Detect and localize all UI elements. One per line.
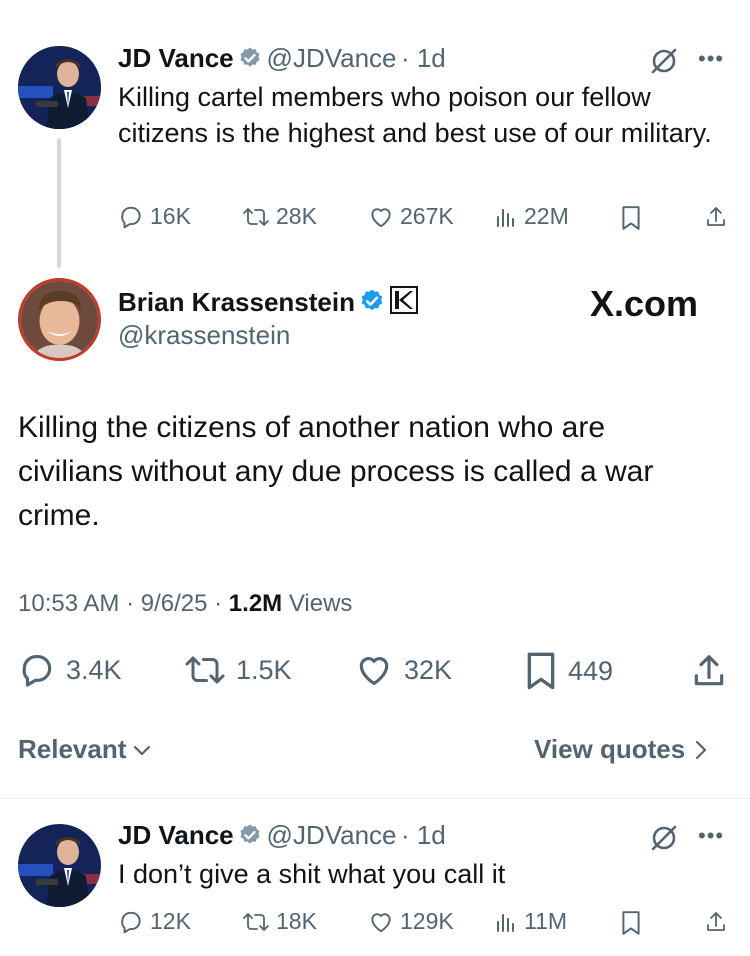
tweet-text: Killing cartel members who poison our fe… [118, 82, 712, 148]
reply-button[interactable]: 16K [118, 203, 191, 230]
bookmark-icon[interactable] [620, 205, 642, 231]
views-count: 22M [524, 203, 569, 229]
share-icon[interactable] [704, 204, 728, 230]
verified-badge-icon [359, 288, 385, 319]
like-button[interactable]: 267K [368, 203, 454, 230]
avatar-jdvance[interactable] [18, 46, 101, 129]
xcom-watermark-text: X.com [590, 283, 699, 324]
view-quotes-label: View quotes [534, 734, 686, 764]
xcom-watermark: X.com [590, 283, 698, 325]
bookmark-icon[interactable] [620, 910, 642, 936]
like-count: 32K [404, 654, 453, 685]
repost-icon [243, 207, 269, 226]
repost-icon [243, 912, 269, 931]
grok-icon[interactable] [648, 45, 680, 77]
views-count: 11M [524, 908, 568, 934]
avatar-jdvance[interactable] [18, 824, 101, 907]
divider [0, 798, 750, 799]
like-button[interactable]: 129K [368, 908, 454, 935]
repost-count: 1.5K [236, 654, 292, 685]
views-label: Views [288, 590, 353, 617]
repost-count: 28K [276, 203, 317, 229]
share-icon[interactable] [704, 909, 728, 935]
author-name[interactable]: JD Vance [118, 820, 234, 850]
like-count: 129K [400, 908, 454, 934]
relevant-dropdown[interactable]: Relevant [18, 734, 154, 765]
views-button[interactable]: 22M [494, 203, 569, 230]
verified-badge-icon [238, 46, 262, 75]
repost-button[interactable]: 28K [242, 203, 317, 230]
verified-badge-icon [238, 823, 262, 852]
bookmark-button[interactable]: 449 [524, 651, 613, 691]
view-quotes-link[interactable]: View quotes [534, 734, 711, 765]
relevant-label: Relevant [18, 734, 127, 764]
repost-icon [185, 656, 225, 684]
reply-count: 12K [150, 908, 191, 934]
author-name[interactable]: Brian Krassenstein [118, 287, 355, 317]
reply-icon [121, 911, 141, 933]
affiliate-badge-icon[interactable] [389, 286, 418, 319]
tweet-text: I don’t give a shit what you call it [118, 859, 506, 889]
chevron-down-icon [134, 745, 151, 755]
more-options-icon[interactable]: ••• [698, 823, 724, 849]
author-handle[interactable]: @JDVance [267, 820, 397, 850]
tweet-time[interactable]: · 1d [401, 43, 446, 73]
thread-connector-line [57, 138, 61, 268]
main-tweet-text: Killing the citizens of another nation w… [18, 411, 654, 532]
bookmark-icon [527, 652, 555, 690]
reply-count: 16K [150, 203, 191, 229]
views-icon [497, 913, 514, 932]
author-handle[interactable]: @JDVance [267, 43, 397, 73]
reply-button[interactable]: 3.4K [18, 651, 122, 689]
reply-icon [22, 654, 52, 687]
tweet-header: JD Vance @JDVance · 1d [118, 43, 446, 75]
heart-icon [371, 912, 391, 932]
views-button[interactable]: 11M [494, 908, 567, 935]
author-handle[interactable]: @krassenstein [118, 320, 290, 351]
more-options-icon[interactable]: ••• [698, 46, 724, 72]
avatar-krassenstein[interactable] [18, 278, 101, 361]
main-tweet-header: Brian Krassenstein [118, 286, 418, 319]
bookmark-count: 449 [568, 655, 614, 686]
reply-icon [121, 206, 141, 228]
repost-button[interactable]: 1.5K [184, 651, 292, 689]
tweet-timestamp[interactable]: 10:53 AM · 9/6/25 · 1.2M Views [18, 590, 352, 618]
reply-count: 3.4K [66, 654, 122, 685]
views-icon [497, 208, 514, 227]
grok-icon[interactable] [648, 822, 680, 854]
heart-icon [371, 207, 391, 227]
views-total: 1.2M [228, 590, 283, 617]
chevron-right-icon [696, 740, 707, 759]
like-count: 267K [400, 203, 454, 229]
reply-button[interactable]: 12K [118, 908, 191, 935]
repost-count: 18K [276, 908, 317, 934]
tweet-time[interactable]: · 1d [401, 820, 446, 850]
author-name[interactable]: JD Vance [118, 43, 234, 73]
heart-icon [359, 657, 389, 686]
repost-button[interactable]: 18K [242, 908, 317, 935]
timestamp-text: 10:53 AM · 9/6/25 · [18, 590, 229, 617]
share-icon[interactable] [690, 652, 728, 690]
tweet-header: JD Vance @JDVance · 1d [118, 820, 446, 852]
like-button[interactable]: 32K [354, 651, 452, 689]
